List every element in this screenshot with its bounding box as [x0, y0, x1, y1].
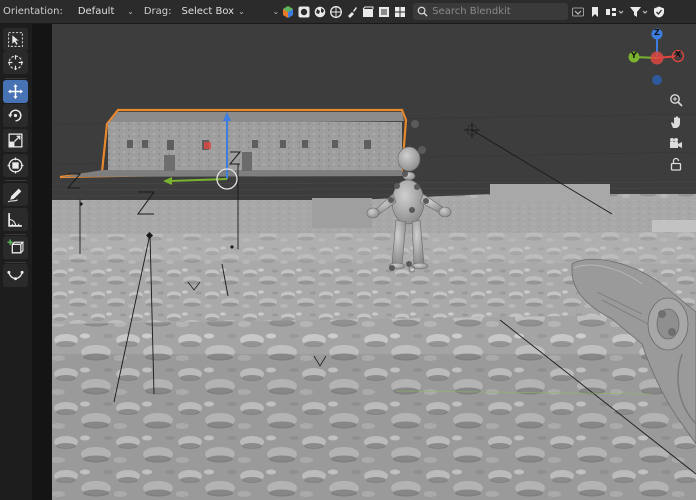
curve-icon — [7, 270, 24, 281]
sphere-icon[interactable] — [329, 5, 343, 19]
search-box[interactable] — [413, 3, 569, 20]
gizmo-x-label: X — [675, 50, 682, 59]
search-input[interactable] — [432, 6, 563, 17]
zoom-icon — [670, 94, 683, 107]
zoom-button[interactable] — [667, 91, 685, 109]
measure-tool[interactable] — [3, 208, 28, 231]
unlock-icon — [670, 157, 682, 171]
texture-grid-icon[interactable] — [393, 5, 407, 19]
cursor-tool[interactable] — [3, 51, 28, 74]
search-icon — [417, 6, 428, 17]
drag-dropdown[interactable]: Select Box ⌄ — [174, 3, 245, 20]
lock-view-button[interactable] — [667, 155, 685, 173]
transform-icon — [7, 157, 24, 174]
bookmark-icon[interactable] — [588, 5, 602, 19]
3d-viewport[interactable]: Z Y X — [52, 24, 696, 500]
pan-button[interactable] — [667, 113, 685, 131]
dropdown-toggle-icon[interactable] — [570, 5, 586, 19]
region-gap — [32, 24, 52, 500]
camera-view-button[interactable] — [667, 135, 685, 153]
add-cube-tool[interactable] — [3, 236, 28, 259]
rotate-tool[interactable] — [3, 104, 28, 127]
crosshair-icon — [8, 55, 23, 70]
scene-render — [52, 24, 696, 500]
building-object — [59, 108, 408, 179]
select-box-tool[interactable] — [3, 28, 28, 51]
blendkit-logo-icon[interactable] — [281, 5, 295, 19]
gizmo-z-label: Z — [654, 28, 660, 37]
curve-tool[interactable] — [3, 264, 28, 287]
world-icon[interactable] — [313, 5, 327, 19]
move-arrows-icon — [8, 84, 23, 99]
left-toolbar — [0, 24, 32, 500]
scale-tool[interactable] — [3, 129, 28, 152]
ruler-icon — [8, 213, 22, 227]
annotate-tool[interactable] — [3, 183, 28, 206]
orientation-dropdown[interactable]: Default ⌄ — [66, 3, 137, 20]
viewport-header: Orientation: Default ⌄ Drag: Select Box … — [0, 0, 696, 24]
drag-value: Select Box — [181, 6, 235, 17]
orientation-value: Default — [77, 6, 115, 17]
chevron-down-icon: ⌄ — [238, 7, 245, 16]
chevron-down-icon[interactable]: ⌄ — [272, 7, 279, 16]
transform-tool[interactable] — [3, 154, 28, 177]
add-cube-icon — [7, 239, 24, 254]
filter-icon[interactable] — [628, 5, 650, 19]
drag-label: Drag: — [143, 6, 172, 17]
move-tool[interactable] — [3, 80, 28, 103]
navigation-gizmo[interactable]: Z Y X — [627, 28, 693, 90]
pencil-icon — [7, 188, 22, 203]
brush-icon[interactable] — [345, 5, 359, 19]
material-sphere-icon[interactable] — [297, 5, 311, 19]
cursor-icon — [8, 32, 23, 47]
hand-icon — [671, 116, 680, 128]
orientation-label: Orientation: — [3, 6, 63, 17]
asset-type-icon[interactable] — [604, 5, 626, 19]
hdri-icon[interactable] — [377, 5, 391, 19]
scene-icon[interactable] — [361, 5, 375, 19]
gizmo-y-label: Y — [631, 51, 637, 60]
rotate-icon — [8, 109, 22, 122]
chevron-down-icon: ⌄ — [127, 7, 134, 16]
scale-icon — [8, 133, 23, 148]
camera-icon — [670, 138, 682, 148]
shield-check-icon[interactable] — [652, 5, 666, 19]
